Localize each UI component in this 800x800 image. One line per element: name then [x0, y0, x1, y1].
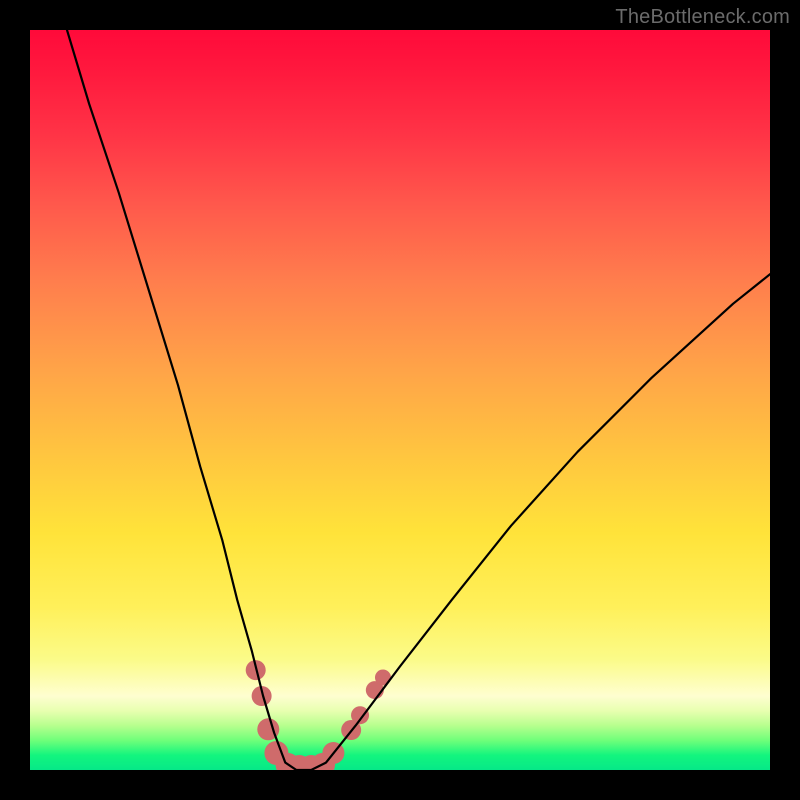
bottleneck-curve: [67, 30, 770, 770]
chart-stage: TheBottleneck.com: [0, 0, 800, 800]
marker-dot: [351, 706, 369, 724]
marker-dots-group: [246, 660, 391, 770]
chart-svg: [30, 30, 770, 770]
watermark-text: TheBottleneck.com: [615, 6, 790, 29]
chart-plot-area: [30, 30, 770, 770]
